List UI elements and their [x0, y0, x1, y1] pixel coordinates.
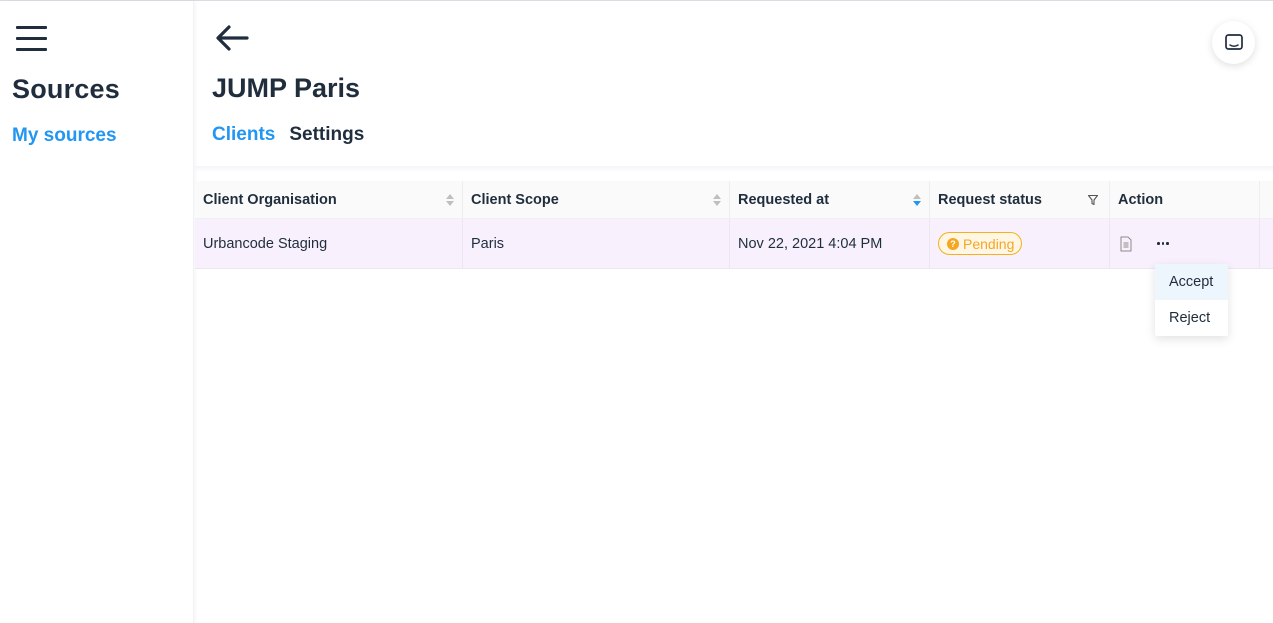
tab-clients[interactable]: Clients [212, 124, 275, 146]
column-label: Request status [938, 191, 1042, 208]
menu-item-reject[interactable]: Reject [1155, 300, 1228, 336]
chat-message-icon [1224, 33, 1243, 50]
tab-bar: Clients Settings [212, 124, 364, 146]
column-label: Client Scope [471, 191, 559, 208]
document-icon[interactable] [1119, 236, 1133, 252]
sort-icon[interactable] [713, 194, 721, 206]
column-label: Client Organisation [203, 191, 337, 208]
column-header-request-status: Request status [930, 181, 1110, 218]
column-header-action: Action [1110, 181, 1260, 218]
action-dropdown-menu: Accept Reject [1155, 264, 1228, 336]
filter-icon[interactable] [1087, 194, 1099, 206]
arrow-left-icon[interactable] [214, 24, 250, 52]
column-label: Requested at [738, 191, 830, 208]
tab-settings[interactable]: Settings [289, 124, 364, 146]
more-options-icon[interactable] [1155, 236, 1171, 252]
menu-item-accept[interactable]: Accept [1155, 264, 1228, 300]
hamburger-menu-icon[interactable] [16, 26, 48, 52]
column-label: Action [1118, 191, 1164, 208]
table-row[interactable]: Urbancode Staging Paris Nov 22, 2021 4:0… [195, 219, 1273, 269]
page-title: JUMP Paris [212, 73, 361, 103]
cell-requested-at: Nov 22, 2021 4:04 PM [730, 219, 930, 268]
sidebar-title: Sources [12, 74, 120, 104]
cell-scope: Paris [463, 219, 730, 268]
sidebar-item-my-sources[interactable]: My sources [12, 125, 117, 147]
status-label: Pending [963, 235, 1015, 252]
chat-button[interactable] [1212, 21, 1255, 64]
cell-spacer [1260, 219, 1273, 268]
sidebar: Sources My sources [0, 1, 194, 623]
column-header-spacer [1260, 181, 1273, 218]
clients-table: Client Organisation Client Scope Request… [195, 181, 1273, 269]
sort-descending-icon[interactable] [913, 194, 921, 206]
question-circle-icon: ? [947, 237, 959, 250]
sort-icon[interactable] [446, 194, 454, 206]
column-header-client-scope[interactable]: Client Scope [463, 181, 730, 218]
cell-action [1110, 219, 1260, 268]
column-header-requested-at[interactable]: Requested at [730, 181, 930, 218]
cell-status: ? Pending [930, 219, 1110, 268]
column-header-client-organisation[interactable]: Client Organisation [195, 181, 463, 218]
header-divider [195, 166, 1273, 172]
table-header: Client Organisation Client Scope Request… [195, 181, 1273, 219]
cell-organisation: Urbancode Staging [195, 219, 463, 268]
status-badge: ? Pending [938, 232, 1023, 255]
